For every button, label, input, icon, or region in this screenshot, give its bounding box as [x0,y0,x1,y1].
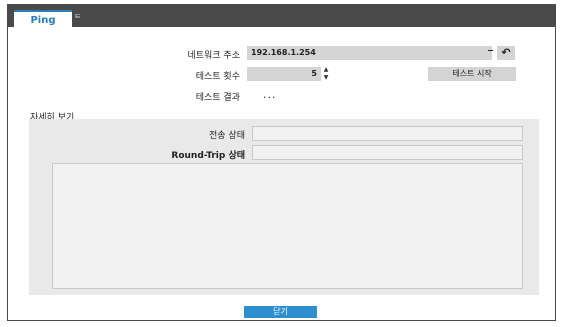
network-address-input[interactable]: 192.168.1.254 [247,46,492,60]
round-trip-field [252,145,523,160]
start-test-button[interactable]: 테스트 시작 [428,67,516,81]
ping-log-area[interactable] [52,163,523,289]
network-address-label: 네트워크 주소 [187,51,240,61]
spin-down-icon[interactable]: ▼ [322,74,330,82]
transmit-status-field [252,126,523,141]
close-button[interactable]: 닫기 [244,306,317,318]
spin-up-icon[interactable]: ▲ [322,66,330,74]
round-trip-label: Round-Trip 상태 [171,151,245,161]
tab-second[interactable]: ㅌ [74,11,94,23]
test-result-value: ... [263,88,277,101]
tab-bar: Ping ㅌ [8,5,555,30]
test-count-label: 테스트 횟수 [195,72,240,82]
details-panel: 전송 상태 Round-Trip 상태 [29,119,539,295]
test-count-field[interactable]: 5 [247,67,321,81]
undo-arrow-icon: ↶ [501,46,511,59]
test-result-label: 테스트 결과 [195,93,240,103]
test-count-spinner[interactable]: ▲ ▼ [322,66,330,82]
tab-ping[interactable]: Ping [14,10,72,30]
back-button[interactable]: ↶ [497,46,515,60]
transmit-status-label: 전송 상태 [209,131,245,141]
text-cursor [488,50,493,51]
